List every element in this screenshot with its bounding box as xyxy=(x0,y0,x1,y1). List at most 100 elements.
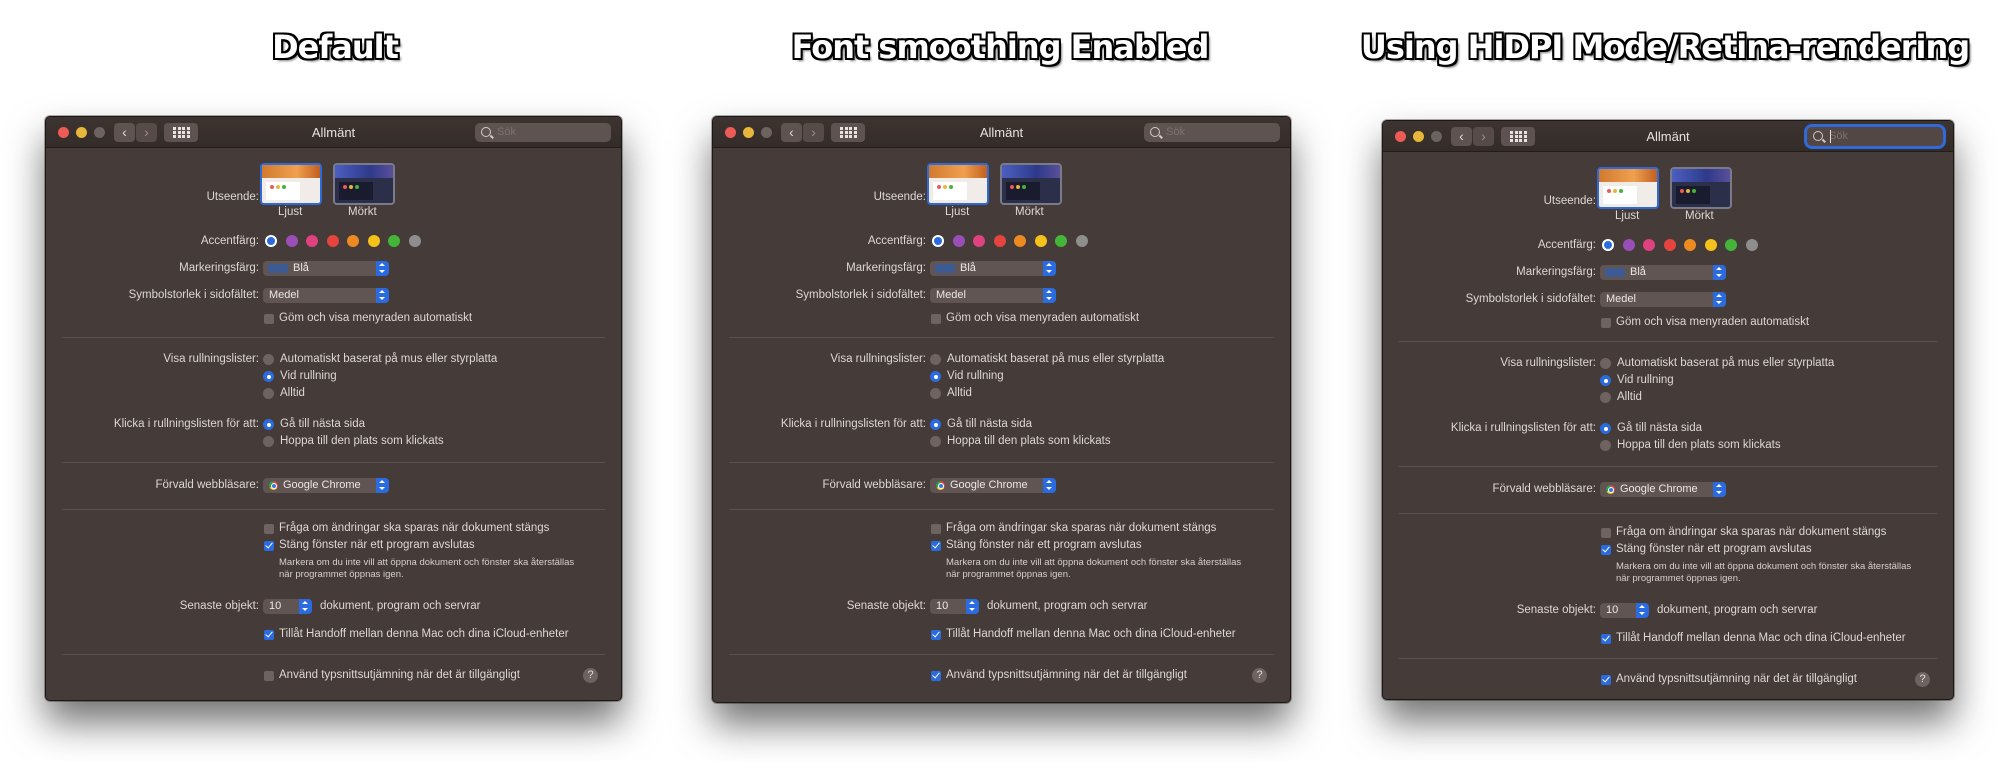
scrollbars-radio[interactable] xyxy=(263,354,274,365)
scrollbars-radio[interactable] xyxy=(263,388,274,399)
sidebar-icon-size-popup[interactable]: Medel xyxy=(930,288,1056,303)
menubar-checkbox-label: Göm och visa menyraden automatiskt xyxy=(279,312,473,324)
close-windows-label: Stäng fönster när ett program avslutas xyxy=(946,539,1142,551)
accent-swatch[interactable] xyxy=(952,235,965,247)
font-smoothing-checkbox[interactable] xyxy=(931,671,941,681)
scrollbars-radio[interactable] xyxy=(930,354,941,365)
accent-swatch[interactable] xyxy=(326,235,339,247)
click-scroll-radio[interactable] xyxy=(1600,440,1611,451)
handoff-checkbox[interactable] xyxy=(931,630,941,640)
menubar-checkbox[interactable] xyxy=(1601,318,1611,328)
handoff-checkbox[interactable] xyxy=(1601,634,1611,644)
close-windows-note-line2: när programmet öppnas igen. xyxy=(1616,573,1741,584)
popup-arrows-icon xyxy=(376,261,389,276)
font-smoothing-checkbox[interactable] xyxy=(1601,675,1611,685)
recent-items-label: Senaste objekt: xyxy=(846,600,926,612)
click-scroll-radio[interactable] xyxy=(263,436,274,447)
chrome-icon xyxy=(269,481,278,490)
accent-swatch[interactable] xyxy=(932,235,944,247)
accent-swatch[interactable] xyxy=(1745,239,1758,251)
thumb-dot xyxy=(282,185,286,189)
thumb-band xyxy=(1672,169,1730,182)
click-scroll-radio[interactable] xyxy=(263,419,274,430)
thumb-dot xyxy=(343,185,347,189)
highlight-color-popup[interactable]: Blå xyxy=(930,261,1056,276)
scrollbars-radio[interactable] xyxy=(930,388,941,399)
ask-save-checkbox[interactable] xyxy=(264,524,274,534)
highlight-color-popup[interactable]: Blå xyxy=(1600,265,1726,280)
appearance-dark-option[interactable] xyxy=(1000,163,1062,205)
separator xyxy=(62,462,605,463)
menubar-checkbox[interactable] xyxy=(931,314,941,324)
appearance-dark-option[interactable] xyxy=(333,163,395,205)
menubar-checkbox[interactable] xyxy=(264,314,274,324)
scrollbars-radio[interactable] xyxy=(930,371,941,382)
accent-swatch[interactable] xyxy=(285,235,298,247)
search-field[interactable]: Sök xyxy=(1144,123,1280,142)
default-browser-popup[interactable]: Google Chrome xyxy=(1600,482,1726,497)
accent-swatch[interactable] xyxy=(1684,239,1696,251)
close-windows-checkbox[interactable] xyxy=(1601,545,1611,555)
close-windows-checkbox[interactable] xyxy=(931,541,941,551)
ask-save-checkbox[interactable] xyxy=(1601,528,1611,538)
help-button[interactable]: ? xyxy=(583,668,598,683)
accent-swatch[interactable] xyxy=(1725,239,1737,251)
accent-swatch[interactable] xyxy=(1055,235,1067,247)
help-button[interactable]: ? xyxy=(1252,668,1267,683)
accent-swatch[interactable] xyxy=(367,235,380,247)
scrollbars-radio[interactable] xyxy=(263,371,274,382)
sidebar-icon-size-popup[interactable]: Medel xyxy=(1600,292,1726,307)
menubar-checkbox-label: Göm och visa menyraden automatiskt xyxy=(946,312,1140,324)
preferences-window: ‹ › Allmänt Sök Utseende: Ljust Mörkt Accentfär… xyxy=(712,116,1291,703)
scrollbars-option-label: Vid rullning xyxy=(947,370,1004,382)
sidebar-icon-size-value: Medel xyxy=(269,289,299,301)
recent-items-popup[interactable]: 10 xyxy=(1600,603,1649,618)
sidebar-icon-size-value: Medel xyxy=(936,289,966,301)
scrollbars-radio[interactable] xyxy=(1600,358,1611,369)
thumb-dot xyxy=(270,185,274,189)
accent-swatch[interactable] xyxy=(1075,235,1088,247)
scrollbars-radio[interactable] xyxy=(1600,392,1611,403)
default-browser-popup[interactable]: Google Chrome xyxy=(263,478,389,493)
recent-items-label: Senaste objekt: xyxy=(1516,604,1596,616)
search-field[interactable]: Sök xyxy=(1807,127,1943,146)
ask-save-checkbox[interactable] xyxy=(931,524,941,534)
default-browser-popup[interactable]: Google Chrome xyxy=(930,478,1056,493)
scrollbars-option-label: Automatiskt baserat på mus eller styrpla… xyxy=(1617,357,1835,369)
accent-swatch[interactable] xyxy=(1034,235,1047,247)
accent-swatch[interactable] xyxy=(388,235,400,247)
click-scroll-radio[interactable] xyxy=(930,436,941,447)
accent-swatch[interactable] xyxy=(1622,239,1635,251)
accent-swatch[interactable] xyxy=(265,235,277,247)
recent-items-popup[interactable]: 10 xyxy=(263,599,312,614)
handoff-checkbox[interactable] xyxy=(264,630,274,640)
help-button[interactable]: ? xyxy=(1915,672,1930,687)
highlight-value: Blå xyxy=(1630,266,1646,278)
highlight-color-popup[interactable]: Blå xyxy=(263,261,389,276)
appearance-dark-option[interactable] xyxy=(1670,167,1732,209)
click-scroll-radio[interactable] xyxy=(1600,423,1611,434)
click-scroll-radio[interactable] xyxy=(930,419,941,430)
accent-swatch[interactable] xyxy=(1704,239,1717,251)
panel-heading: Font smoothing Enabled xyxy=(791,28,1210,66)
accent-swatch[interactable] xyxy=(1663,239,1676,251)
accent-swatch[interactable] xyxy=(1643,239,1655,251)
accent-swatch[interactable] xyxy=(408,235,421,247)
scrollbars-radio[interactable] xyxy=(1600,375,1611,386)
scrollbars-option-label: Vid rullning xyxy=(280,370,337,382)
font-smoothing-checkbox[interactable] xyxy=(264,671,274,681)
appearance-light-option[interactable] xyxy=(260,163,322,205)
accent-swatch[interactable] xyxy=(1014,235,1026,247)
accent-swatch[interactable] xyxy=(973,235,985,247)
appearance-light-option[interactable] xyxy=(1597,167,1659,209)
accent-swatch[interactable] xyxy=(993,235,1006,247)
accent-swatch[interactable] xyxy=(1602,239,1614,251)
accent-swatch[interactable] xyxy=(306,235,318,247)
appearance-light-option[interactable] xyxy=(927,163,989,205)
accent-swatch[interactable] xyxy=(347,235,359,247)
sidebar-icon-size-popup[interactable]: Medel xyxy=(263,288,389,303)
close-windows-checkbox[interactable] xyxy=(264,541,274,551)
thumb-dot xyxy=(276,185,280,189)
recent-items-popup[interactable]: 10 xyxy=(930,599,979,614)
search-field[interactable]: Sök xyxy=(475,123,611,142)
